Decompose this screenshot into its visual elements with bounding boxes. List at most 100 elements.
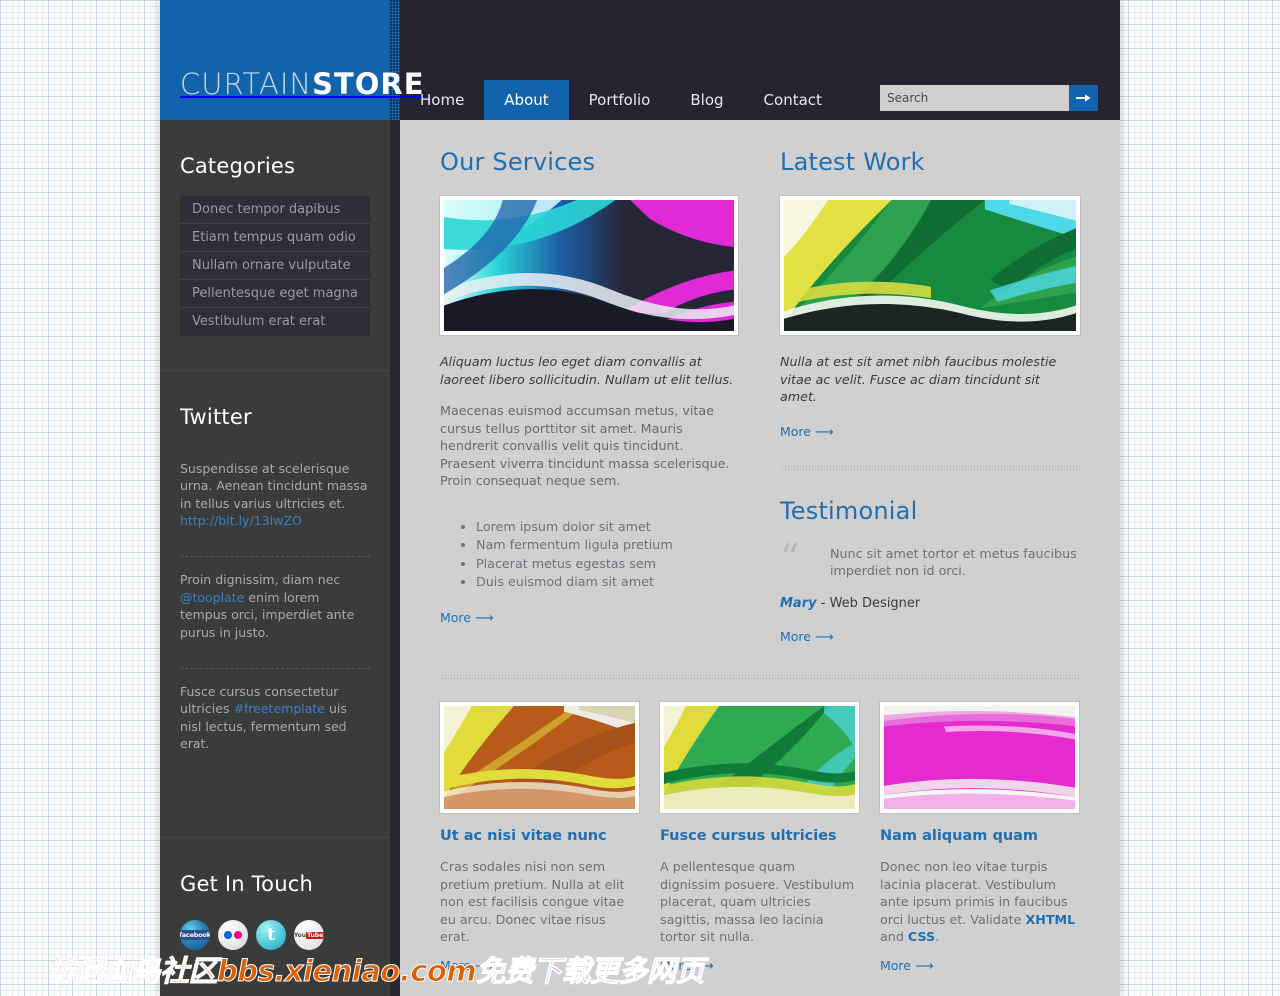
youtube-icon[interactable]: You Tube xyxy=(294,920,324,950)
category-link-2[interactable]: Etiam tempus quam odio xyxy=(180,224,370,252)
services-feature-list: Lorem ipsum dolor sit amet Nam fermentum… xyxy=(440,518,738,592)
bottom-text-1: Cras sodales nisi non sem pretium pretiu… xyxy=(440,859,625,945)
bottom-column-1: Ut ac nisi vitae nunc Cras sodales nisi … xyxy=(440,701,639,974)
main-content: Our Services Aliquam luctus leo eget dia… xyxy=(400,120,1120,996)
nav-item-contact[interactable]: Contact xyxy=(744,80,842,120)
arrow-right-icon: ⟶ xyxy=(814,424,834,440)
list-item: Placerat metus egestas sem xyxy=(476,555,738,574)
bottom-more-label-3: More xyxy=(880,957,911,973)
sidebar-get-in-touch-block: Get In Touch facebook t You Tube xyxy=(160,838,390,950)
testimonial-more-label: More xyxy=(780,628,811,644)
category-link-5[interactable]: Vestibulum erat erat xyxy=(180,308,370,336)
services-more-link[interactable]: More ⟶ xyxy=(440,609,494,626)
list-item[interactable]: Pellentesque eget magna xyxy=(180,280,370,308)
latest-work-title: Latest Work xyxy=(780,148,925,176)
watermark-part-1: 访问血鸟 xyxy=(45,954,161,989)
services-lead: Aliquam luctus leo eget diam convallis a… xyxy=(440,354,734,387)
bottom-text-2: A pellentesque quam dignissim posuere. V… xyxy=(660,859,855,945)
bottom-text-3-after: . xyxy=(935,929,940,945)
css-link[interactable]: CSS xyxy=(908,929,935,944)
tweet-2-link[interactable]: @tooplate xyxy=(180,590,244,605)
services-body: Maecenas euismod accumsan metus, vitae c… xyxy=(440,403,730,488)
list-item[interactable]: Vestibulum erat erat xyxy=(180,308,370,336)
category-link-4[interactable]: Pellentesque eget magna xyxy=(180,280,370,308)
tweet-3-link[interactable]: #freetemplate xyxy=(233,701,325,716)
tweet-2-text-before: Proin dignissim, diam nec xyxy=(180,572,341,587)
arrow-right-icon: ⟶ xyxy=(914,958,934,974)
logo-primary-text: CURTAIN xyxy=(180,67,313,101)
sidebar-edge-strip xyxy=(390,120,400,996)
nav-link-portfolio[interactable]: Portfolio xyxy=(569,80,671,120)
nav-link-about[interactable]: About xyxy=(484,80,569,120)
arrow-right-icon: ⟶ xyxy=(694,958,714,974)
xhtml-link[interactable]: XHTML xyxy=(1025,912,1075,927)
twitter-icon[interactable]: t xyxy=(256,920,286,950)
nav-link-home[interactable]: Home xyxy=(400,80,484,120)
tweet-1-text: Suspendisse at scelerisque urna. Aenean … xyxy=(180,460,368,511)
categories-title: Categories xyxy=(180,154,296,178)
bottom-image-2 xyxy=(660,701,859,813)
arrow-right-icon: ⟶ xyxy=(474,958,494,974)
nav-item-about[interactable]: About xyxy=(484,80,569,120)
main-navigation: Home About Portfolio Blog Contact xyxy=(400,80,842,120)
nav-item-blog[interactable]: Blog xyxy=(670,80,743,120)
bottom-image-3 xyxy=(880,701,1079,813)
testimonial-block: “ Nunc sit amet tortor et metus faucibus… xyxy=(780,535,1080,580)
flickr-icon[interactable] xyxy=(218,920,248,950)
bottom-more-link-1[interactable]: More ⟶ xyxy=(440,957,494,974)
search-form xyxy=(880,85,1098,111)
nav-item-home[interactable]: Home xyxy=(400,80,484,120)
category-link-3[interactable]: Nullam ornare vulputate xyxy=(180,252,370,280)
list-item: Nam fermentum ligula pretium xyxy=(476,536,738,555)
search-input[interactable] xyxy=(880,85,1069,111)
testimonial-author-line: Mary - Web Designer xyxy=(780,596,1080,611)
bottom-more-label-1: More xyxy=(440,957,471,973)
list-item[interactable]: Etiam tempus quam odio xyxy=(180,224,370,252)
arrow-right-icon: ⟶ xyxy=(814,629,834,645)
tweet-separator-2 xyxy=(180,667,370,669)
bottom-text-3: Donec non leo vitae turpis lacinia place… xyxy=(880,858,1079,946)
twitter-title: Twitter xyxy=(180,405,252,429)
nav-link-contact[interactable]: Contact xyxy=(744,80,842,120)
sidebar-twitter-block: Twitter Suspendisse at scelerisque urna.… xyxy=(160,371,390,837)
latest-work-image xyxy=(780,196,1080,335)
quote-icon: “ xyxy=(780,535,800,580)
logo-dot-strip xyxy=(390,0,400,120)
social-links: facebook t You Tube xyxy=(180,914,370,950)
get-in-touch-title: Get In Touch xyxy=(180,872,313,896)
flickr-dot-blue xyxy=(224,931,232,939)
bottom-column-3: Nam aliquam quam Donec non leo vitae tur… xyxy=(880,701,1079,974)
facebook-icon[interactable]: facebook xyxy=(180,920,210,950)
latest-work-more-link[interactable]: More ⟶ xyxy=(780,423,834,440)
site-logo[interactable]: CURTAINSTORE xyxy=(180,70,425,99)
list-item[interactable]: Donec tempor dapibus xyxy=(180,196,370,224)
bottom-more-label-2: More xyxy=(660,957,691,973)
services-more-label: More xyxy=(440,609,471,625)
nav-item-portfolio[interactable]: Portfolio xyxy=(569,80,671,120)
bottom-more-link-2[interactable]: More ⟶ xyxy=(660,957,714,974)
list-item[interactable]: Nullam ornare vulputate xyxy=(180,252,370,280)
latest-work-lead: Nulla at est sit amet nibh faucibus mole… xyxy=(780,354,1057,404)
bottom-text-3-mid: and xyxy=(880,929,908,945)
nav-link-blog[interactable]: Blog xyxy=(670,80,743,120)
bottom-more-link-3[interactable]: More ⟶ xyxy=(880,957,934,974)
arrow-right-icon xyxy=(1076,94,1091,102)
testimonial-more-link[interactable]: More ⟶ xyxy=(780,628,834,645)
logo-panel xyxy=(160,0,390,120)
sidebar-categories-block: Categories Donec tempor dapibus Etiam te… xyxy=(160,120,390,370)
category-link-1[interactable]: Donec tempor dapibus xyxy=(180,196,370,224)
section-divider xyxy=(780,463,1080,471)
list-item: Duis euismod diam sit amet xyxy=(476,573,738,592)
sidebar: Categories Donec tempor dapibus Etiam te… xyxy=(160,120,390,996)
tweet-3: Fusce cursus consectetur ultricies #free… xyxy=(180,683,370,767)
site-header: CURTAINSTORE Home About Portfolio Blog C… xyxy=(160,0,1120,120)
tweet-1-link[interactable]: http://bit.ly/13IwZO xyxy=(180,513,302,528)
bottom-title-1: Ut ac nisi vitae nunc xyxy=(440,827,607,844)
list-item: Lorem ipsum dolor sit amet xyxy=(476,518,738,537)
flickr-dot-pink xyxy=(234,931,242,939)
search-submit-button[interactable] xyxy=(1069,85,1098,111)
testimonial-author-role: - Web Designer xyxy=(816,595,921,611)
latest-work-more-label: More xyxy=(780,423,811,439)
right-column: Latest Work Nulla at est sit amet nibh f… xyxy=(780,150,1080,645)
page-container: CURTAINSTORE Home About Portfolio Blog C… xyxy=(160,0,1120,996)
